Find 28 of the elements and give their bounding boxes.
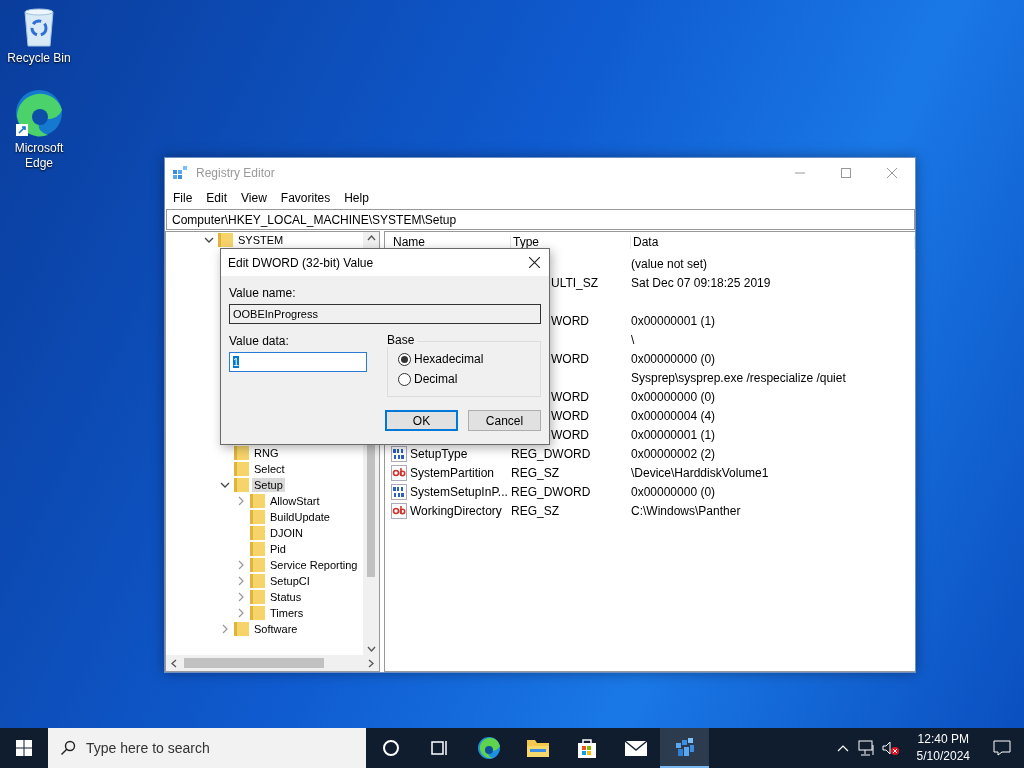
value-type: WORD <box>551 408 589 423</box>
value-data: 0x00000001 (1) <box>631 427 716 442</box>
value-type: REG_DWORD <box>511 446 591 461</box>
value-type: REG_SZ <box>511 503 559 518</box>
value-data: Sysprep\sysprep.exe /respecialize /quiet <box>631 370 846 385</box>
value-type: REG_DWORD <box>511 484 591 499</box>
value-data: 0x00000000 (0) <box>631 484 716 499</box>
value-data: \Device\HarddiskVolume1 <box>631 465 769 480</box>
value-data: (value not set) <box>631 256 708 271</box>
value-data: 0x00000001 (1) <box>631 313 716 328</box>
value-type: REG_SZ <box>511 465 559 480</box>
value-type: WORD <box>551 313 589 328</box>
field-label: Value data: <box>229 334 290 348</box>
value-data: C:\Windows\Panther <box>631 503 741 518</box>
window-title: Registry Editor <box>196 165 275 180</box>
value-type: ULTI_SZ <box>551 275 599 290</box>
value-data: 0x00000000 (0) <box>631 351 716 366</box>
value-data: Sat Dec 07 09:18:25 2019 <box>631 275 771 290</box>
value-type: WORD <box>551 351 589 366</box>
dialog-title: Edit DWORD (32-bit) Value <box>228 255 374 270</box>
value-type: WORD <box>551 389 589 404</box>
field-label: Value name: <box>229 286 297 300</box>
group-label: Base <box>387 333 418 347</box>
value-data: \ <box>631 332 635 347</box>
value-data: 0x00000004 (4) <box>631 408 716 423</box>
value-data: 0x00000000 (0) <box>631 389 716 404</box>
value-data: 0x00000002 (2) <box>631 446 716 461</box>
value-type: WORD <box>551 427 589 442</box>
